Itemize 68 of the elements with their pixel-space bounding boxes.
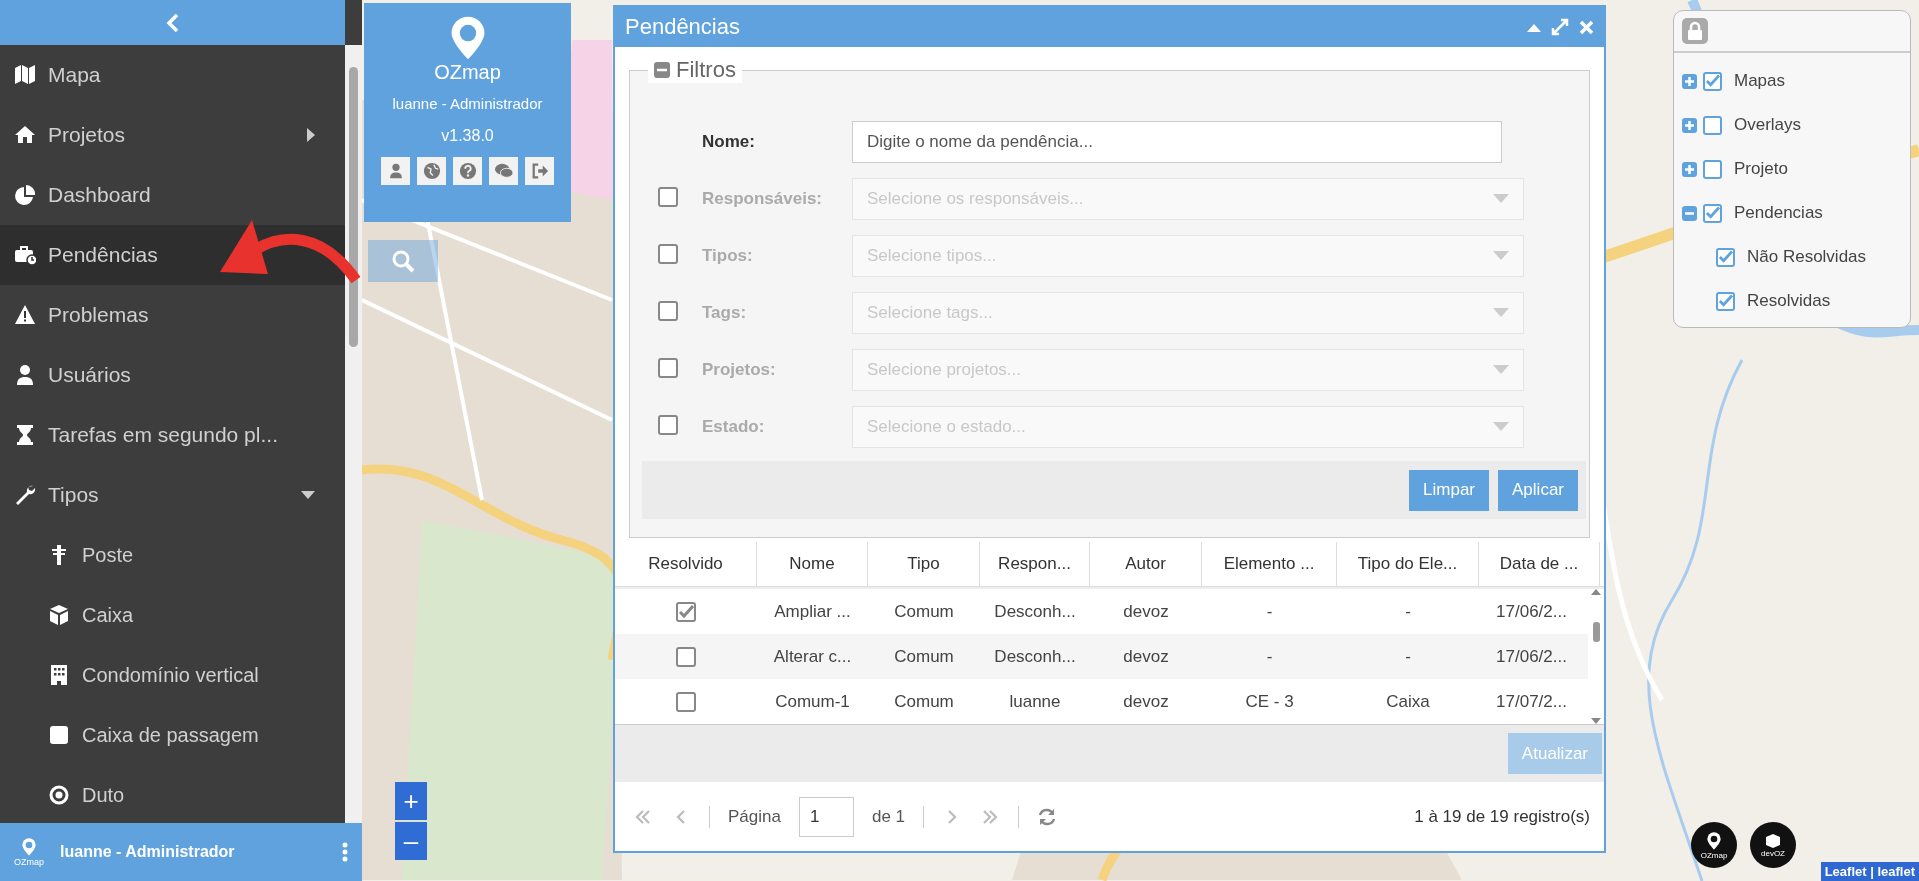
logo: OZmap (14, 837, 44, 867)
sidebar-subitem[interactable]: Duto (0, 765, 345, 823)
table-cell-text: Comum (893, 690, 955, 713)
layer-label: Resolvidas (1747, 291, 1831, 311)
field-label: Tipos: (702, 245, 754, 266)
field-label: Nome: (702, 131, 756, 152)
column-header[interactable]: Nome (757, 542, 868, 586)
table-cell-text: - (1404, 600, 1412, 623)
column-header[interactable]: Resolvido (615, 542, 757, 586)
table-cell-text: Comum-1 (774, 690, 851, 713)
column-header[interactable]: Elemento ... (1202, 542, 1337, 586)
column-header[interactable]: Data de ... (1479, 542, 1600, 586)
sidebar-subitem[interactable]: Caixa de passagem (0, 705, 345, 765)
field-label: Tags: (702, 302, 748, 323)
sidebar-item[interactable]: Usuários (0, 345, 345, 405)
table-cell-text: - (1265, 645, 1274, 668)
table-cell-text: 17/06/2... (1495, 600, 1568, 623)
sidebar-item[interactable]: Projetos (0, 105, 345, 165)
record-count: 1 à 19 de 19 registro(s) (1414, 806, 1590, 827)
table-cell-text: devoz (1122, 600, 1170, 623)
table-cell-text: 17/07/2... (1495, 690, 1568, 713)
field-label: Responsáveis: (702, 188, 823, 209)
layer-label: Mapas (1734, 71, 1786, 91)
layer-label: Pendencias (1734, 203, 1823, 223)
dialog-title-bar: Pendências (615, 7, 1604, 47)
sidebar-item[interactable]: Mapa (0, 45, 345, 105)
sidebar-subitem[interactable]: Caixa (0, 585, 345, 645)
table-cell-text: Desconh... (993, 645, 1077, 668)
sidebar-item[interactable]: Tipos (0, 465, 345, 525)
layer-label: Projeto (1734, 159, 1788, 179)
name-field[interactable]: Digite o nome da pendência... (852, 120, 1502, 163)
zoom-in-button[interactable]: + (395, 782, 427, 820)
field-label: Estado: (702, 416, 766, 437)
table-cell-text: Caixa (1385, 690, 1431, 713)
sidebar-item[interactable]: Dashboard (0, 165, 345, 225)
page-field[interactable]: 1 (798, 796, 854, 837)
table-cell-text: - (1265, 600, 1274, 623)
sidebar-item[interactable]: Problemas (0, 285, 345, 345)
table-cell-text: Desconh... (993, 600, 1077, 623)
field-label: Projetos: (702, 359, 777, 380)
table-cell-text: Ampliar ... (773, 600, 852, 623)
page-count: de 1 (871, 806, 906, 827)
column-header[interactable]: Respon... (980, 542, 1090, 586)
layer-label: Não Resolvidas (1747, 247, 1867, 267)
table-cell-text: devoz (1122, 645, 1170, 668)
table-cell-text: devoz (1122, 690, 1170, 713)
user-name: luanne - Administrador (60, 843, 236, 861)
layer-label: Overlays (1734, 115, 1802, 135)
attribution[interactable]: Leaflet | leaflet (1820, 862, 1919, 881)
table-cell-text: Comum (893, 600, 955, 623)
column-header[interactable]: Tipo (868, 542, 980, 586)
sidebar-item[interactable]: Tarefas em segundo pl... (0, 405, 345, 465)
table-cell-text: Alterar c... (772, 645, 853, 668)
column-header[interactable]: Autor (1090, 542, 1202, 586)
version: v1.38.0 (441, 127, 494, 145)
page-label: Página (728, 806, 781, 827)
table-cell-text: CE - 3 (1244, 690, 1295, 713)
table-cell-text: - (1404, 645, 1412, 668)
table-cell-text: luanne (1008, 690, 1062, 713)
table-cell-text: 17/06/2... (1495, 645, 1568, 668)
table-cell-text: Comum (893, 645, 955, 668)
zoom-out-button[interactable]: – (395, 822, 427, 860)
sidebar-subitem[interactable]: Poste (0, 525, 345, 585)
logo: OZmap (434, 15, 501, 83)
legend: Filtros (676, 57, 736, 83)
sidebar-subitem[interactable]: Condomínio vertical (0, 645, 345, 705)
user-name: luanne - Administrador (392, 95, 543, 113)
column-header[interactable]: Tipo do Ele... (1337, 542, 1479, 586)
